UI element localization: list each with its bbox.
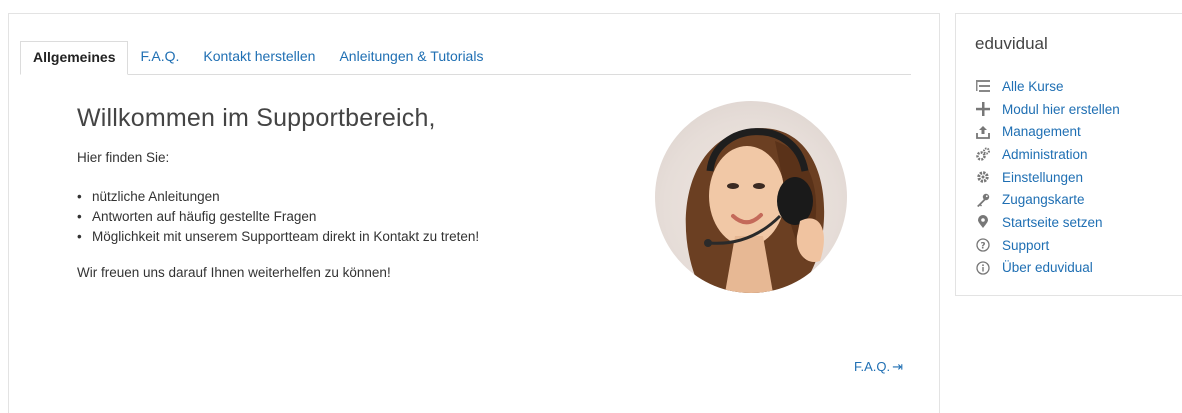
svg-text:?: ? xyxy=(980,241,985,251)
key-icon xyxy=(975,192,990,207)
sidebar-item-management[interactable]: Management xyxy=(975,120,1120,143)
feature-list: nützliche Anleitungen Antworten auf häuf… xyxy=(77,187,479,247)
sidebar-item-label: Management xyxy=(1002,124,1081,140)
sidebar-item-ueber[interactable]: Über eduvidual xyxy=(975,257,1120,280)
sidebar-item-label: Support xyxy=(1002,237,1050,253)
sidebar-item-modul-erstellen[interactable]: Modul hier erstellen xyxy=(975,98,1120,121)
tab-faq[interactable]: F.A.Q. xyxy=(128,41,191,74)
tab-allgemeines[interactable]: Allgemeines xyxy=(20,41,129,75)
question-circle-icon: ? xyxy=(975,238,990,253)
page-title: Willkommen im Supportbereich, xyxy=(77,104,436,132)
sidebar-item-label: Alle Kurse xyxy=(1002,78,1064,94)
info-circle-icon xyxy=(975,260,990,275)
gear-icon xyxy=(975,170,990,185)
faq-link-label: F.A.Q. xyxy=(854,359,891,374)
upload-icon xyxy=(975,124,990,139)
map-marker-icon xyxy=(975,215,990,230)
sidebar-item-label: Zugangskarte xyxy=(1002,192,1085,208)
list-item: Antworten auf häufig gestellte Fragen xyxy=(77,207,479,227)
sidebar-item-zugangskarte[interactable]: Zugangskarte xyxy=(975,188,1120,211)
sidebar-item-label: Startseite setzen xyxy=(1002,214,1103,230)
tab-kontakt[interactable]: Kontakt herstellen xyxy=(191,41,327,74)
list-item: nützliche Anleitungen xyxy=(77,187,479,207)
sidebar-menu: Alle Kurse Modul hier erstellen Manageme… xyxy=(975,75,1120,279)
list-icon xyxy=(975,79,990,94)
block-title: eduvidual xyxy=(975,34,1048,53)
sidebar-item-startseite[interactable]: Startseite setzen xyxy=(975,211,1120,234)
intro-text: Hier finden Sie: xyxy=(77,150,170,165)
sidebar-item-label: Einstellungen xyxy=(1002,169,1084,185)
sidebar-item-label: Modul hier erstellen xyxy=(1002,101,1120,117)
tab-bar: Allgemeines F.A.Q. Kontakt herstellen An… xyxy=(20,41,911,75)
closing-text: Wir freuen uns darauf Ihnen weiterhelfen… xyxy=(77,265,391,280)
sidebar-item-support[interactable]: ? Support xyxy=(975,234,1120,257)
sidebar-item-einstellungen[interactable]: Einstellungen xyxy=(975,166,1120,189)
arrow-right-icon: ⇥ xyxy=(892,359,904,374)
plus-icon xyxy=(975,102,990,117)
sidebar-item-alle-kurse[interactable]: Alle Kurse xyxy=(975,75,1120,98)
sidebar-item-label: Über eduvidual xyxy=(1002,260,1093,276)
cogs-icon xyxy=(975,147,990,162)
list-item: Möglichkeit mit unserem Supportteam dire… xyxy=(77,227,479,247)
sidebar-item-label: Administration xyxy=(1002,146,1088,162)
sidebar-item-administration[interactable]: Administration xyxy=(975,143,1120,166)
faq-link[interactable]: F.A.Q. ⇥ xyxy=(854,359,903,375)
tab-anleitungen[interactable]: Anleitungen & Tutorials xyxy=(327,41,495,74)
support-agent-photo xyxy=(655,101,847,293)
